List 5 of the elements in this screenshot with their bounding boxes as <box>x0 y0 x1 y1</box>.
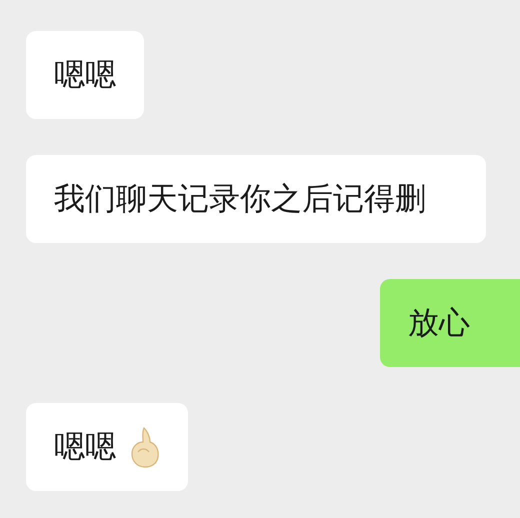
hand-icon <box>130 426 160 468</box>
message-text: 嗯嗯 <box>54 432 116 462</box>
message-text: 我们聊天记录你之后记得删 <box>54 184 426 214</box>
message-text: 嗯嗯 <box>54 60 116 90</box>
message-text: 放心 <box>408 308 470 338</box>
